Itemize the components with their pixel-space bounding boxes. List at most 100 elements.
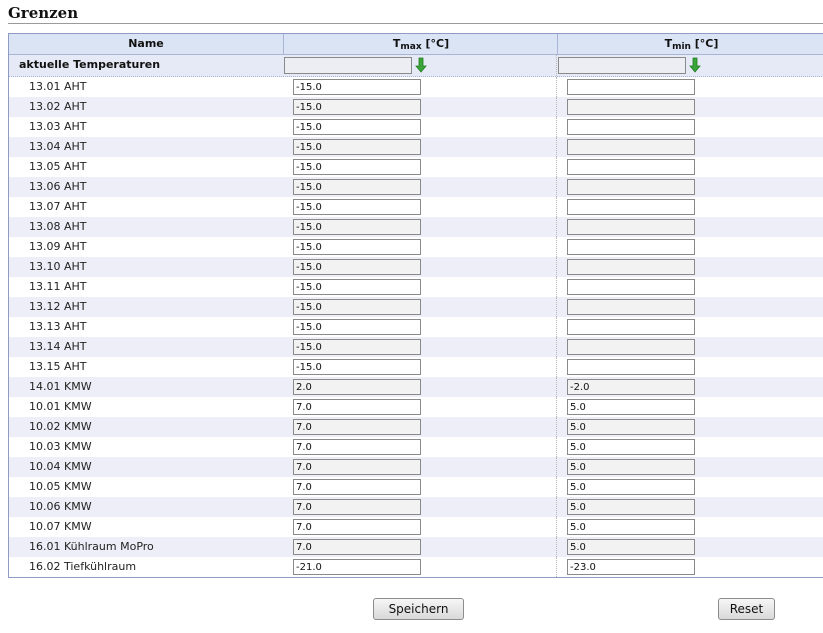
tmax-input[interactable] bbox=[293, 359, 421, 375]
row-name: 10.03 KMW bbox=[29, 440, 92, 453]
table-row: 13.01 AHT bbox=[9, 77, 823, 97]
tmax-input[interactable] bbox=[293, 139, 421, 155]
tmax-input[interactable] bbox=[293, 299, 421, 315]
tmax-input[interactable] bbox=[293, 459, 421, 475]
row-name: 10.06 KMW bbox=[29, 500, 92, 513]
tmax-input[interactable] bbox=[293, 99, 421, 115]
apply-tmin-down-arrow-icon[interactable] bbox=[689, 57, 701, 73]
tmax-input[interactable] bbox=[293, 399, 421, 415]
tmin-input[interactable] bbox=[567, 79, 695, 95]
column-divider bbox=[556, 497, 557, 517]
tmin-input[interactable] bbox=[567, 439, 695, 455]
tmax-input[interactable] bbox=[293, 519, 421, 535]
tmin-input[interactable] bbox=[567, 519, 695, 535]
tmax-input[interactable] bbox=[293, 559, 421, 575]
row-name: 13.02 AHT bbox=[29, 100, 87, 113]
tmin-input[interactable] bbox=[567, 239, 695, 255]
tmin-input[interactable] bbox=[567, 419, 695, 435]
tmin-input[interactable] bbox=[567, 319, 695, 335]
tmin-input[interactable] bbox=[567, 339, 695, 355]
tmax-input[interactable] bbox=[293, 279, 421, 295]
row-name: 13.03 AHT bbox=[29, 120, 87, 133]
tmin-input[interactable] bbox=[567, 259, 695, 275]
table-row: 16.01 Kühlraum MoPro bbox=[9, 537, 823, 557]
tmax-input[interactable] bbox=[293, 439, 421, 455]
row-name: 13.01 AHT bbox=[29, 80, 87, 93]
reset-button[interactable]: Reset bbox=[718, 598, 775, 620]
save-button[interactable]: Speichern bbox=[373, 598, 464, 620]
row-name: 13.07 AHT bbox=[29, 200, 87, 213]
column-divider bbox=[556, 517, 557, 537]
table-row: 10.07 KMW bbox=[9, 517, 823, 537]
table-row: 10.01 KMW bbox=[9, 397, 823, 417]
row-name: 13.12 AHT bbox=[29, 300, 87, 313]
table-row: 10.02 KMW bbox=[9, 417, 823, 437]
tmax-input[interactable] bbox=[293, 79, 421, 95]
table-row: 13.02 AHT bbox=[9, 97, 823, 117]
tmin-input[interactable] bbox=[567, 199, 695, 215]
column-divider bbox=[556, 157, 557, 177]
tmax-input[interactable] bbox=[293, 259, 421, 275]
column-divider bbox=[556, 317, 557, 337]
column-divider bbox=[556, 397, 557, 417]
tmin-input[interactable] bbox=[567, 499, 695, 515]
aggregate-tmin-input[interactable] bbox=[558, 57, 686, 74]
tmin-input[interactable] bbox=[567, 299, 695, 315]
row-name: 14.01 KMW bbox=[29, 380, 92, 393]
tmax-input[interactable] bbox=[293, 539, 421, 555]
column-divider bbox=[556, 357, 557, 377]
tmin-input[interactable] bbox=[567, 139, 695, 155]
tmax-input[interactable] bbox=[293, 159, 421, 175]
column-divider bbox=[556, 77, 557, 97]
tmin-input[interactable] bbox=[567, 119, 695, 135]
column-divider bbox=[556, 177, 557, 197]
tmin-input[interactable] bbox=[567, 279, 695, 295]
aggregate-row: aktuelle Temperaturen bbox=[9, 55, 823, 77]
tmin-input[interactable] bbox=[567, 159, 695, 175]
table-row: 10.04 KMW bbox=[9, 457, 823, 477]
tmax-input[interactable] bbox=[293, 119, 421, 135]
row-name: 13.04 AHT bbox=[29, 140, 87, 153]
tmin-unit: [°C] bbox=[690, 37, 719, 50]
tmax-unit: [°C] bbox=[421, 37, 450, 50]
tmax-input[interactable] bbox=[293, 339, 421, 355]
column-divider bbox=[556, 277, 557, 297]
table-row: 13.10 AHT bbox=[9, 257, 823, 277]
column-header-name[interactable]: Name bbox=[9, 34, 283, 54]
tmin-input[interactable] bbox=[567, 359, 695, 375]
row-name: 10.04 KMW bbox=[29, 460, 92, 473]
tmax-input[interactable] bbox=[293, 499, 421, 515]
tmax-input[interactable] bbox=[293, 479, 421, 495]
column-divider bbox=[556, 55, 557, 76]
aggregate-tmax-input[interactable] bbox=[284, 57, 412, 74]
tmax-input[interactable] bbox=[293, 219, 421, 235]
tmin-input[interactable] bbox=[567, 559, 695, 575]
column-divider bbox=[556, 97, 557, 117]
tmax-input[interactable] bbox=[293, 239, 421, 255]
table-row: 13.15 AHT bbox=[9, 357, 823, 377]
table-row: 13.09 AHT bbox=[9, 237, 823, 257]
tmin-input[interactable] bbox=[567, 379, 695, 395]
row-name: 13.09 AHT bbox=[29, 240, 87, 253]
apply-tmax-down-arrow-icon[interactable] bbox=[415, 57, 427, 73]
tmin-input[interactable] bbox=[567, 539, 695, 555]
row-name: 13.06 AHT bbox=[29, 180, 87, 193]
tmin-input[interactable] bbox=[567, 219, 695, 235]
table-row: 10.05 KMW bbox=[9, 477, 823, 497]
tmin-input[interactable] bbox=[567, 459, 695, 475]
tmax-input[interactable] bbox=[293, 319, 421, 335]
tmax-input[interactable] bbox=[293, 419, 421, 435]
column-header-tmin[interactable]: Tmin [°C] bbox=[557, 34, 823, 54]
table-row: 13.05 AHT bbox=[9, 157, 823, 177]
row-name: 10.01 KMW bbox=[29, 400, 92, 413]
tmax-input[interactable] bbox=[293, 199, 421, 215]
tmin-input[interactable] bbox=[567, 399, 695, 415]
tmin-input[interactable] bbox=[567, 99, 695, 115]
column-divider bbox=[556, 457, 557, 477]
tmin-input[interactable] bbox=[567, 479, 695, 495]
tmin-input[interactable] bbox=[567, 179, 695, 195]
tmax-input[interactable] bbox=[293, 379, 421, 395]
table-row: 10.03 KMW bbox=[9, 437, 823, 457]
column-header-tmax[interactable]: Tmax [°C] bbox=[283, 34, 558, 54]
tmax-input[interactable] bbox=[293, 179, 421, 195]
